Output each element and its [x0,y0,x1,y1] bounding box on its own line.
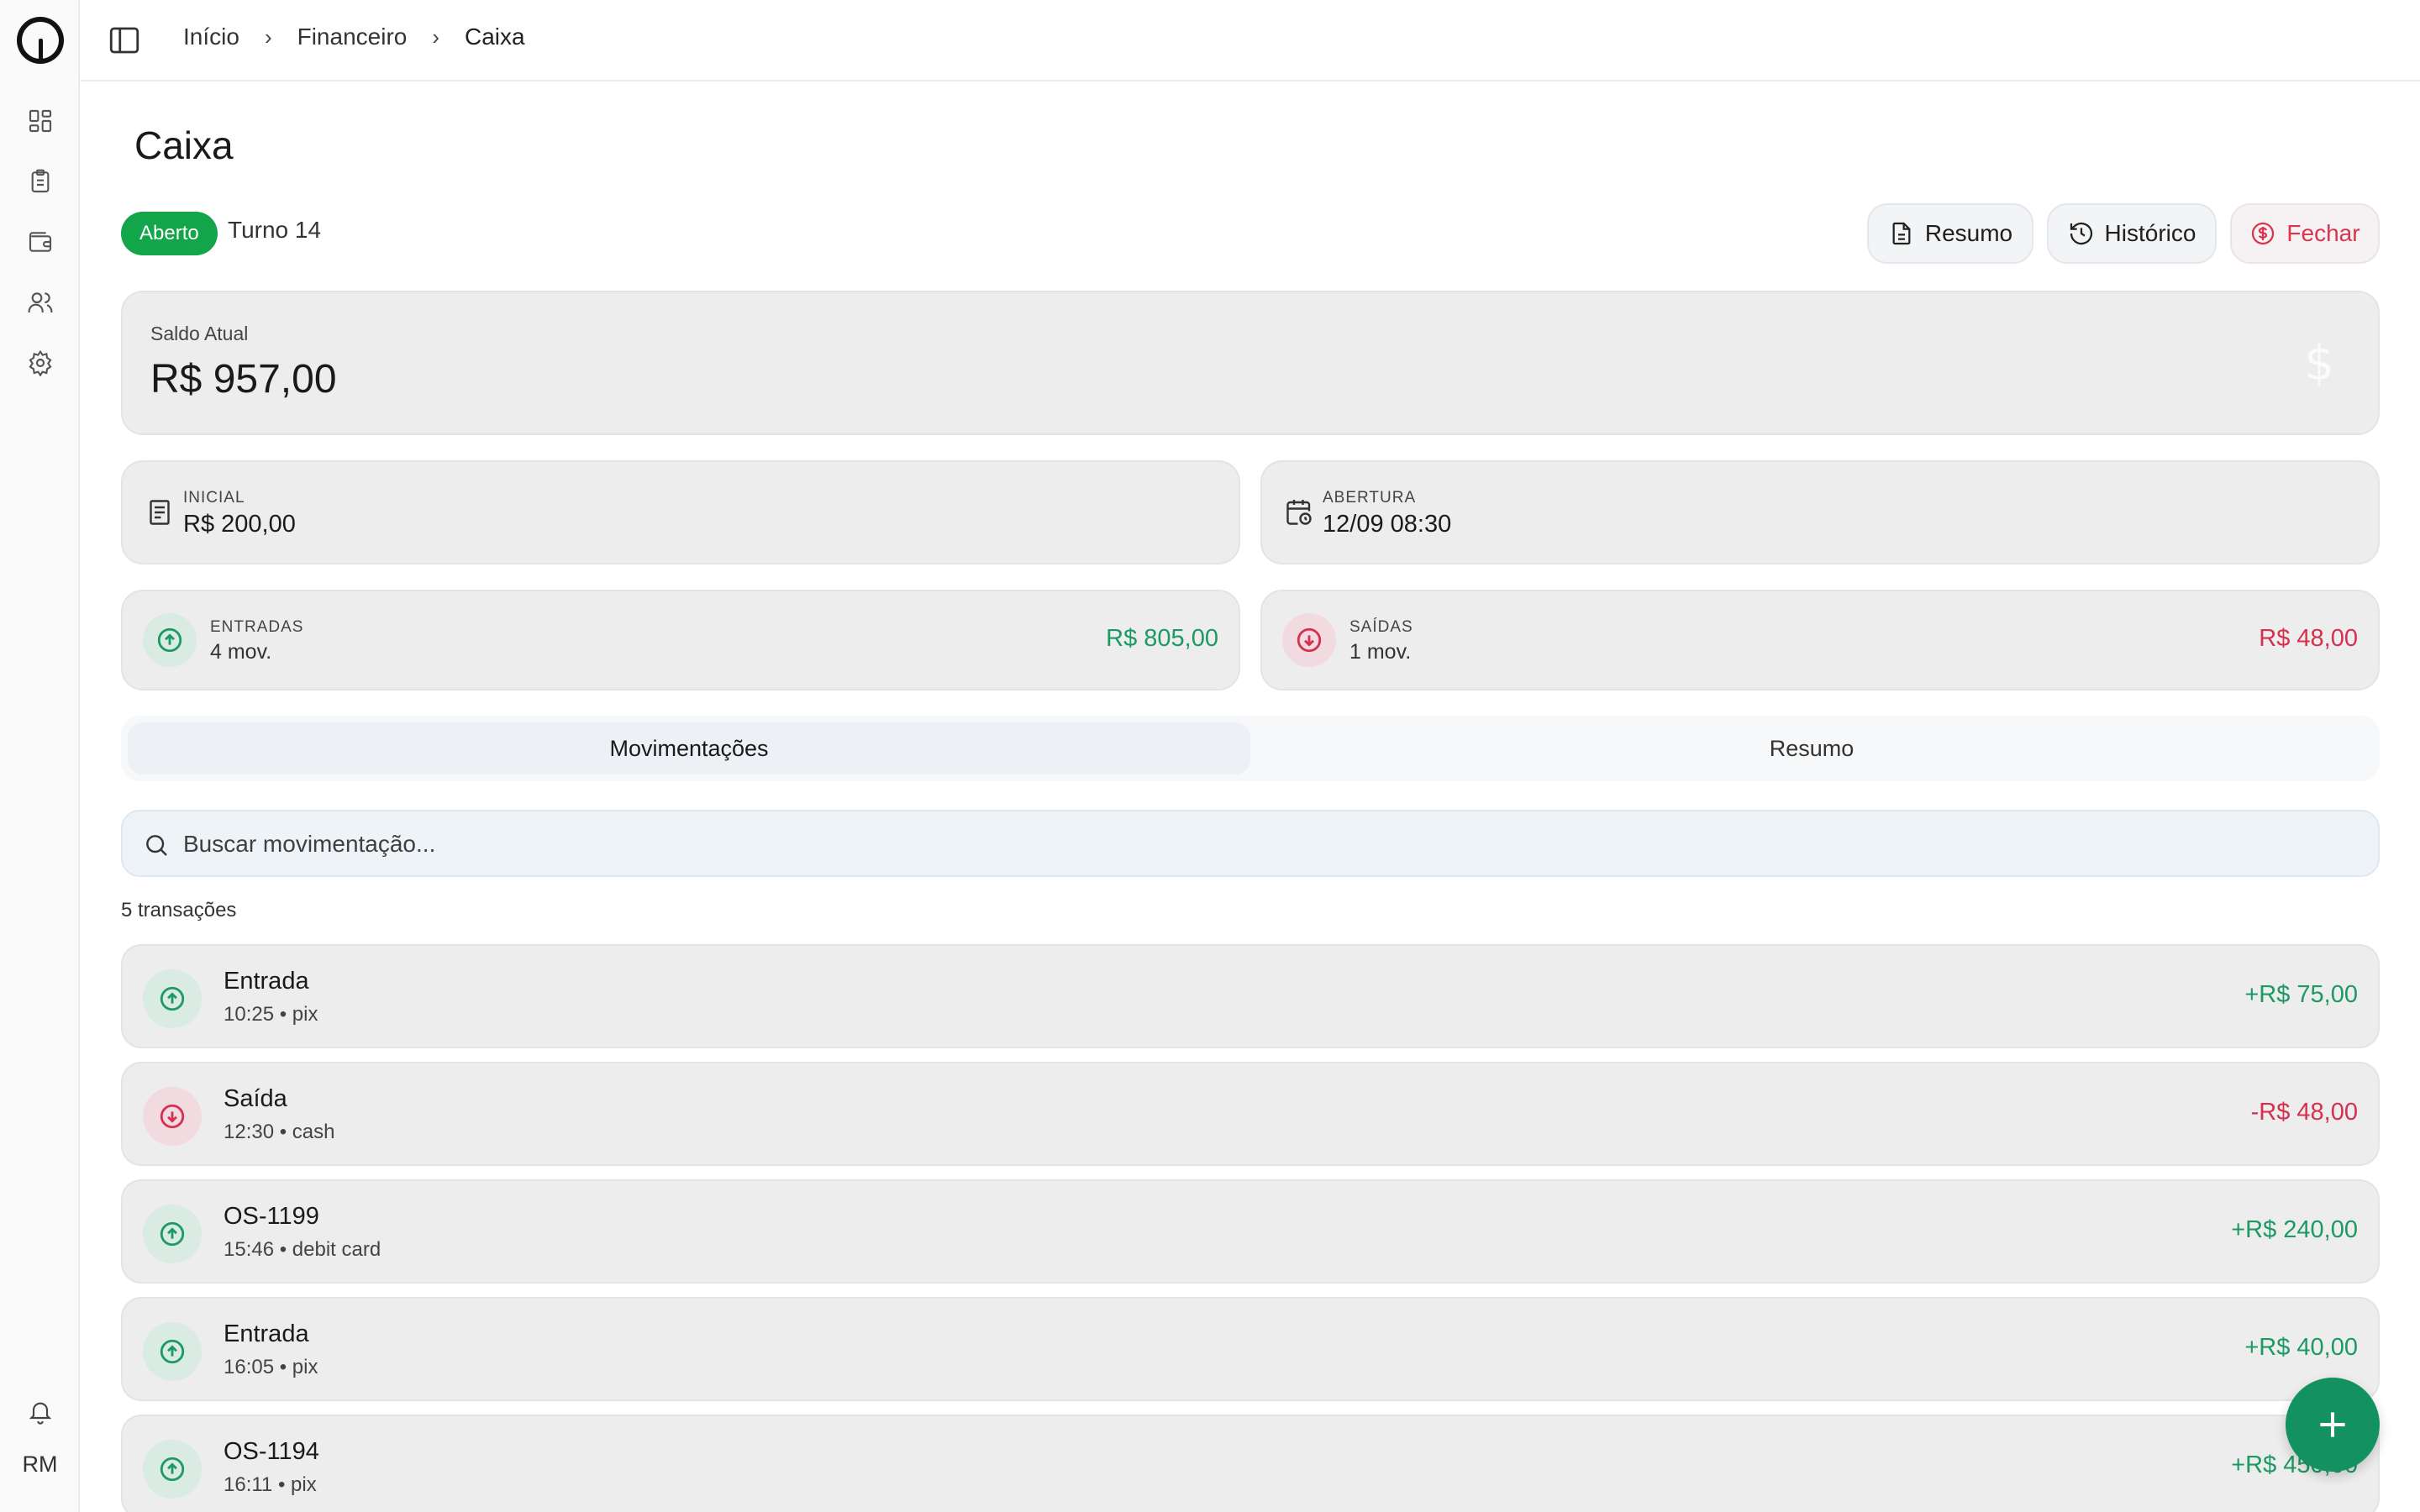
transaction-title: Entrada [224,968,309,995]
resumo-button[interactable]: Resumo [1867,203,2033,264]
fechar-button-label: Fechar [2286,220,2360,246]
entradas-count: 4 mov. [210,640,272,664]
top-bar: Início › Financeiro › Caixa [80,0,2420,81]
page-title: Caixa [134,123,234,167]
app-logo[interactable] [17,17,64,64]
transaction-subtitle: 12:30 • cash [224,1121,335,1143]
resumo-button-label: Resumo [1924,220,2013,246]
sidebar-toggle-icon[interactable] [107,23,142,58]
chevron-right-icon: › [432,24,440,50]
wallet-icon[interactable] [24,225,57,259]
dollar-circle-icon [2252,222,2275,245]
transaction-subtitle: 10:25 • pix [224,1003,318,1026]
user-avatar[interactable]: RM [0,1452,80,1478]
add-transaction-button[interactable] [2286,1378,2380,1472]
entradas-amount: R$ 805,00 [1106,625,1218,652]
saidas-amount: R$ 48,00 [2259,625,2358,652]
plus-icon [2320,1412,2345,1437]
historico-button-label: Histórico [2104,220,2196,246]
tab-resumo[interactable]: Resumo [1250,722,2373,774]
breadcrumb-item-financeiro[interactable]: Financeiro [297,24,408,50]
transaction-amount: +R$ 75,00 [2244,981,2358,1008]
tab-movimentacoes[interactable]: Movimentações [128,722,1250,774]
users-icon[interactable] [24,286,57,319]
transaction-row[interactable]: OS-1194 16:11 • pix +R$ 450,00 [121,1415,2380,1512]
search-icon [146,835,167,856]
sidebar: RM [0,0,80,1512]
receipt-icon [150,500,170,525]
transaction-subtitle: 15:46 • debit card [224,1238,381,1261]
arrow-down-circle-icon [1282,613,1336,667]
clipboard-icon[interactable] [24,165,57,198]
saidas-card: SAÍDAS 1 mov. R$ 48,00 [1260,590,2380,690]
transaction-row[interactable]: Entrada 16:05 • pix +R$ 40,00 [121,1297,2380,1401]
transactions-count: 5 transações [121,899,237,921]
balance-label: Saldo Atual [150,323,249,344]
dollar-icon: $ [2304,336,2334,391]
entradas-card: ENTRADAS 4 mov. R$ 805,00 [121,590,1240,690]
transaction-title: Entrada [224,1320,309,1347]
transaction-amount: +R$ 40,00 [2244,1334,2358,1361]
breadcrumb-item-inicio[interactable]: Início [183,24,239,50]
transaction-amount: -R$ 48,00 [2250,1099,2358,1126]
arrow-up-circle-icon [143,613,197,667]
arrow-down-circle-icon [143,1087,202,1146]
balance-card: Saldo Atual R$ 957,00 $ [121,291,2380,435]
breadcrumb-item-caixa: Caixa [465,24,525,50]
entradas-label: ENTRADAS [210,618,304,636]
saidas-label: SAÍDAS [1349,618,1413,636]
shift-label: Turno 14 [228,217,322,243]
calendar-clock-icon [1286,500,1312,525]
initial-card: INICIAL R$ 200,00 [121,460,1240,564]
breadcrumb: Início › Financeiro › Caixa [183,24,525,50]
balance-value: R$ 957,00 [150,357,337,402]
initial-label: INICIAL [183,489,245,507]
chevron-right-icon: › [264,24,272,50]
historico-button[interactable]: Histórico [2047,203,2217,264]
gear-icon[interactable] [24,346,57,380]
fechar-button[interactable]: Fechar [2230,203,2380,264]
opening-card: ABERTURA 12/09 08:30 [1260,460,2380,564]
search-box [121,810,2380,877]
transaction-title: OS-1194 [224,1438,319,1465]
search-input[interactable] [183,822,2351,867]
transaction-subtitle: 16:11 • pix [224,1473,317,1496]
dashboard-icon[interactable] [24,104,57,138]
arrow-up-circle-icon [143,1322,202,1381]
document-icon [1892,222,1911,245]
arrow-up-circle-icon [143,1440,202,1499]
transaction-row[interactable]: Saída 12:30 • cash -R$ 48,00 [121,1062,2380,1166]
transaction-row[interactable]: OS-1199 15:46 • debit card +R$ 240,00 [121,1179,2380,1284]
tab-bar: Movimentações Resumo [121,716,2380,781]
initial-value: R$ 200,00 [183,511,296,538]
transaction-title: OS-1199 [224,1203,319,1230]
history-icon [2070,222,2092,245]
opening-label: ABERTURA [1323,489,1417,507]
arrow-up-circle-icon [143,1205,202,1263]
transaction-row[interactable]: Entrada 10:25 • pix +R$ 75,00 [121,944,2380,1048]
transaction-title: Saída [224,1085,287,1112]
arrow-up-circle-icon [143,969,202,1028]
opening-value: 12/09 08:30 [1323,511,1452,538]
bell-icon[interactable] [24,1394,57,1428]
transaction-amount: +R$ 240,00 [2231,1216,2358,1243]
saidas-count: 1 mov. [1349,640,1412,664]
status-badge: Aberto [121,212,218,255]
transaction-subtitle: 16:05 • pix [224,1356,318,1378]
